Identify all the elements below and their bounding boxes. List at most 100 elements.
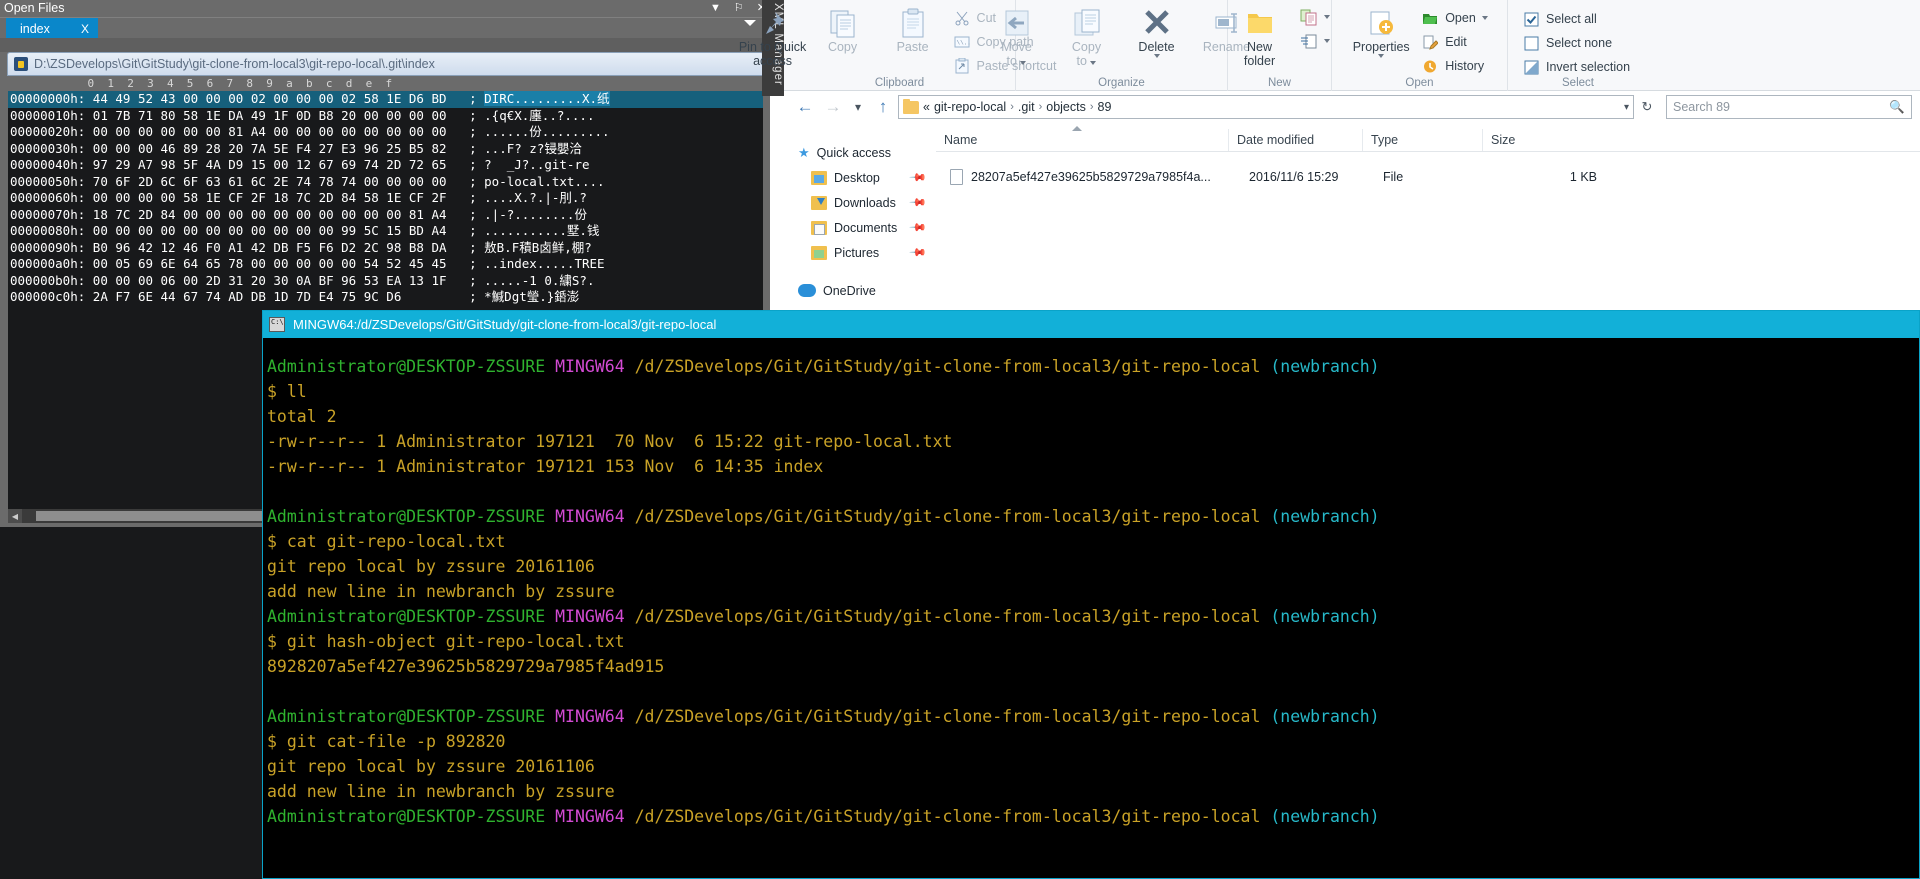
- copy-button[interactable]: Copy: [809, 4, 877, 54]
- edit-button[interactable]: Edit: [1417, 31, 1492, 53]
- terminal-prompt-path: /d/ZSDevelops/Git/GitStudy/git-clone-fro…: [634, 807, 1271, 826]
- hex-row[interactable]: 00000070h: 18 7C 2D 84 00 00 00 00 00 00…: [8, 207, 763, 224]
- sidebar-item-documents[interactable]: Documents 📌: [784, 215, 936, 240]
- hex-row[interactable]: 00000040h: 97 29 A7 98 5F 4A D9 15 00 12…: [8, 157, 763, 174]
- chevron-down-icon[interactable]: [1090, 61, 1097, 65]
- tab-close-icon[interactable]: X: [81, 22, 89, 36]
- breadcrumb-item-0[interactable]: git-repo-local: [934, 100, 1006, 114]
- delete-label: Delete: [1138, 40, 1175, 54]
- breadcrumb-separator[interactable]: ›: [1039, 101, 1043, 113]
- sidebar-item-onedrive[interactable]: OneDrive: [784, 278, 936, 303]
- column-header-name[interactable]: Name: [936, 129, 1228, 151]
- refresh-icon[interactable]: ↻: [1636, 95, 1658, 119]
- pin-to-quick-access-button[interactable]: Pin to Quick access: [739, 4, 807, 68]
- hex-row[interactable]: 00000060h: 00 00 00 00 58 1E CF 2F 18 7C…: [8, 190, 763, 207]
- copy-path-icon: \\..: [953, 33, 971, 51]
- hex-row[interactable]: 00000080h: 00 00 00 00 00 00 00 00 00 00…: [8, 223, 763, 240]
- move-to-button[interactable]: Move to: [983, 4, 1051, 68]
- hex-bytes: 70 6F 2D 6C 6F 63 61 6C 2E 74 78 74 00 0…: [92, 173, 485, 189]
- copy-to-button[interactable]: Copy to: [1053, 4, 1121, 68]
- breadcrumb-item-3[interactable]: 89: [1098, 100, 1112, 114]
- table-row[interactable]: 28207a5ef427e39625b5829729a7985f4a... 20…: [936, 163, 1920, 191]
- invert-selection-button[interactable]: Invert selection: [1518, 56, 1634, 78]
- hex-row[interactable]: 000000a0h: 00 05 69 6E 64 65 78 00 00 00…: [8, 256, 763, 273]
- hex-bytes: 2A F7 6E 44 67 74 AD DB 1D 7D E4 75 9C D…: [92, 289, 485, 304]
- search-input[interactable]: Search 89 🔍: [1666, 95, 1912, 119]
- hex-offset: 000000b0h:: [10, 272, 93, 288]
- column-header-size[interactable]: Size: [1482, 129, 1592, 151]
- invert-selection-label: Invert selection: [1546, 60, 1631, 74]
- easy-access-button[interactable]: [1296, 30, 1334, 52]
- chevron-down-icon[interactable]: [1323, 15, 1330, 19]
- breadcrumb-overflow[interactable]: «: [923, 100, 930, 114]
- breadcrumb-item-2[interactable]: objects: [1046, 100, 1086, 114]
- breadcrumb-separator[interactable]: ›: [1010, 101, 1014, 113]
- sidebar-item-downloads[interactable]: Downloads 📌: [784, 190, 936, 215]
- chevron-down-icon[interactable]: ▾: [1624, 102, 1629, 113]
- breadcrumb[interactable]: « git-repo-local › .git › objects › 89 ▾: [898, 95, 1634, 119]
- terminal-prompt-shell: MINGW64: [555, 607, 635, 626]
- hex-row[interactable]: 00000030h: 00 00 00 46 89 28 20 7A 5E F4…: [8, 141, 763, 158]
- sidebar-item-quick-access[interactable]: ★ Quick access: [784, 140, 936, 165]
- sidebar-item-pictures[interactable]: Pictures 📌: [784, 240, 936, 265]
- select-all-button[interactable]: Select all: [1518, 8, 1634, 30]
- hex-row[interactable]: 00000000h: 44 49 52 43 00 00 00 02 00 00…: [8, 91, 763, 108]
- ribbon-group-open-label: Open: [1405, 77, 1434, 89]
- documents-folder-icon: [811, 220, 827, 235]
- breadcrumb-separator[interactable]: ›: [1090, 101, 1094, 113]
- tab-index[interactable]: index X: [6, 18, 98, 39]
- new-folder-button[interactable]: New folder: [1226, 4, 1294, 68]
- chevron-down-icon[interactable]: [1153, 54, 1160, 58]
- sidebar-item-desktop[interactable]: Desktop 📌: [784, 165, 936, 190]
- breadcrumb-item-1[interactable]: .git: [1018, 100, 1035, 114]
- hex-ascii: ...F? z?锓嬰洽: [484, 140, 582, 156]
- hex-offset: 00000050h:: [10, 173, 93, 189]
- hex-row[interactable]: 00000090h: B0 96 42 12 46 F0 A1 42 DB F5…: [8, 240, 763, 257]
- delete-button[interactable]: Delete: [1123, 4, 1191, 58]
- minimize-icon[interactable]: ▼: [710, 3, 721, 14]
- history-button[interactable]: History: [1417, 55, 1492, 77]
- pin-icon[interactable]: 📌: [909, 243, 928, 262]
- file-name: 28207a5ef427e39625b5829729a7985f4a...: [971, 170, 1211, 184]
- terminal-prompt-line: Administrator@DESKTOP-ZSSURE MINGW64 /d/…: [267, 804, 1919, 829]
- hex-ascii: *鰔Dgt瑩.}銽澎: [484, 289, 580, 304]
- up-arrow-icon[interactable]: ↑: [870, 95, 896, 119]
- forward-arrow-icon[interactable]: →: [820, 95, 846, 119]
- open-button[interactable]: Open: [1417, 7, 1492, 29]
- hex-editor-title: Open Files: [4, 1, 65, 15]
- hex-bytes: B0 96 42 12 46 F0 A1 42 DB F5 F6 D2 2C 9…: [92, 239, 485, 255]
- hex-offset: 00000090h:: [10, 239, 93, 255]
- recent-locations-icon[interactable]: ▾: [848, 95, 868, 119]
- pin-icon[interactable]: 📌: [909, 193, 928, 212]
- hex-row[interactable]: 000000c0h: 2A F7 6E 44 67 74 AD DB 1D 7D…: [8, 289, 763, 306]
- chevron-down-icon[interactable]: [1481, 16, 1488, 20]
- column-header-date-modified[interactable]: Date modified: [1228, 129, 1362, 151]
- scroll-left-icon[interactable]: ◀: [8, 509, 22, 523]
- file-date-modified: 2016/11/6 15:29: [1249, 170, 1339, 184]
- hex-row[interactable]: 00000010h: 01 7B 71 80 58 1E DA 49 1F 0D…: [8, 108, 763, 125]
- scrollbar-thumb[interactable]: [36, 511, 266, 521]
- terminal-prompt-line: Administrator@DESKTOP-ZSSURE MINGW64 /d/…: [267, 354, 1919, 379]
- pin-to-quick-access-label: Pin to Quick access: [738, 40, 807, 68]
- chevron-down-icon[interactable]: [1020, 61, 1027, 65]
- properties-label: Properties: [1352, 40, 1410, 54]
- downloads-folder-icon: [811, 195, 827, 210]
- properties-button[interactable]: Properties: [1347, 4, 1415, 58]
- search-icon[interactable]: 🔍: [1889, 100, 1905, 115]
- paste-button[interactable]: Paste: [879, 4, 947, 54]
- back-arrow-icon[interactable]: ←: [792, 95, 818, 119]
- properties-icon: [1366, 6, 1396, 40]
- column-header-type[interactable]: Type: [1362, 129, 1482, 151]
- chevron-down-icon[interactable]: [1378, 54, 1385, 58]
- pin-icon[interactable]: 📌: [909, 218, 928, 237]
- hex-ascii: DIRC.........X.纸: [484, 91, 610, 106]
- hex-row[interactable]: 000000b0h: 00 00 00 06 00 2D 31 20 30 0A…: [8, 273, 763, 290]
- sidebar-item-label: OneDrive: [823, 283, 876, 298]
- terminal-output[interactable]: Administrator@DESKTOP-ZSSURE MINGW64 /d/…: [263, 338, 1919, 879]
- hex-row[interactable]: 00000020h: 00 00 00 00 00 00 81 A4 00 00…: [8, 124, 763, 141]
- select-none-button[interactable]: Select none: [1518, 32, 1634, 54]
- hex-row[interactable]: 00000050h: 70 6F 2D 6C 6F 63 61 6C 2E 74…: [8, 174, 763, 191]
- pin-icon[interactable]: 📌: [909, 168, 928, 187]
- new-item-button[interactable]: [1296, 6, 1334, 28]
- chevron-down-icon[interactable]: [1323, 39, 1330, 43]
